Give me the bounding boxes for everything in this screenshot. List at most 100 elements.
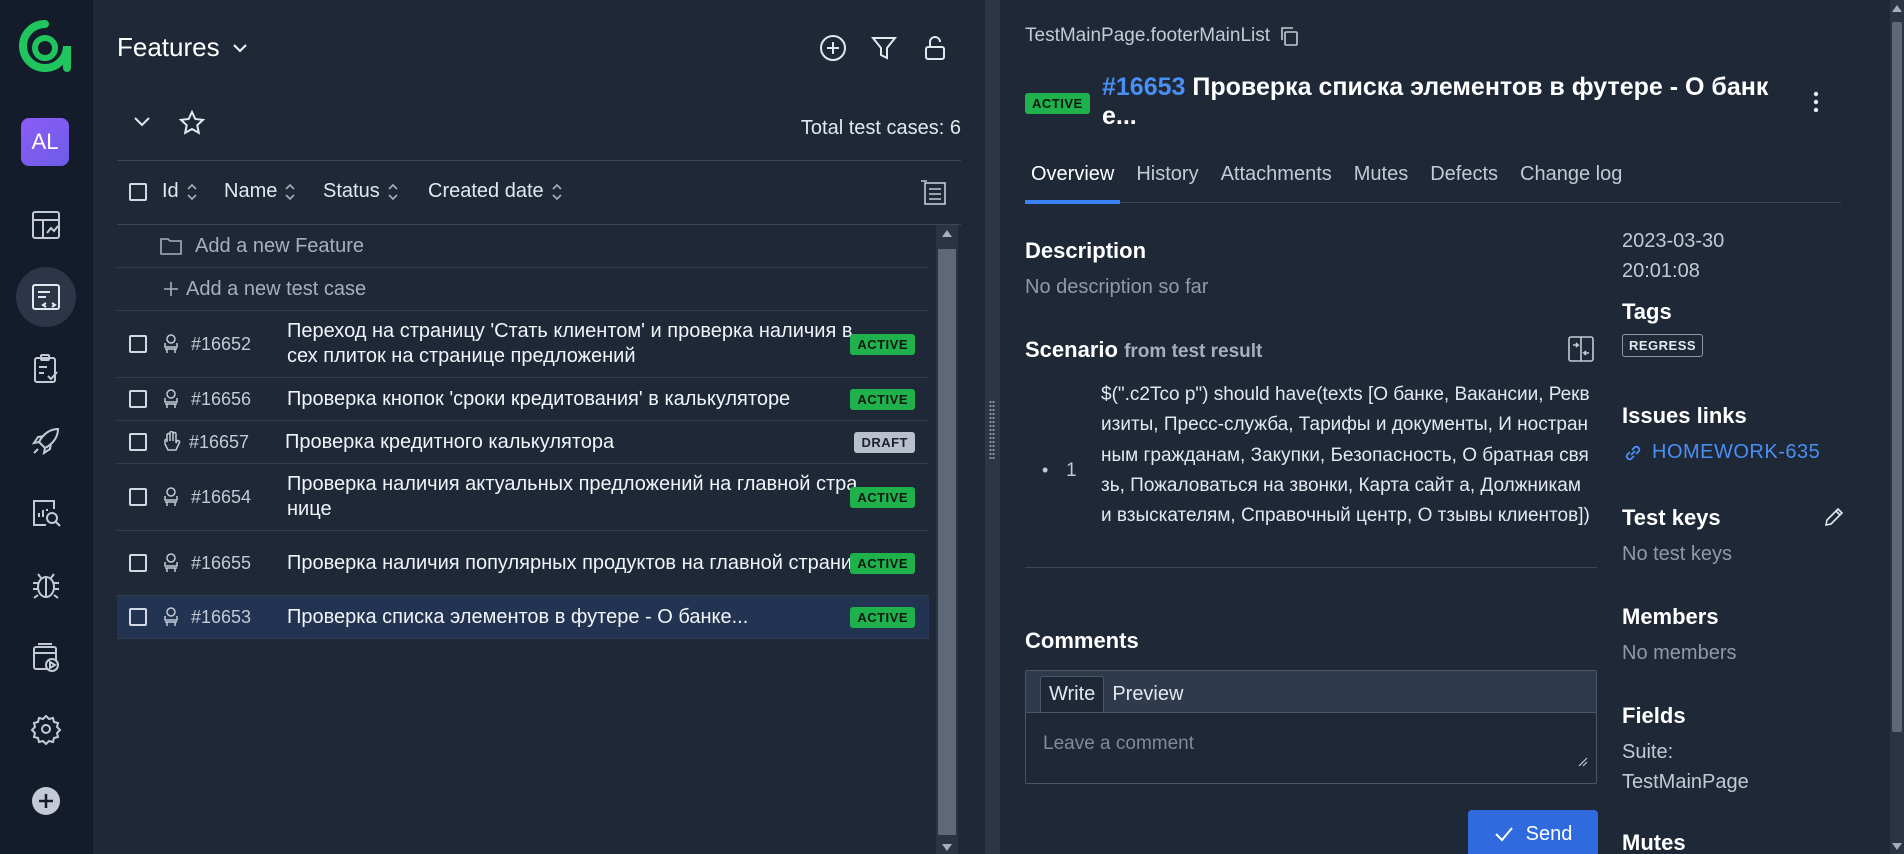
collapse-chevron-icon[interactable] xyxy=(131,110,153,132)
created-date: 2023-03-30 xyxy=(1622,230,1725,252)
column-settings-icon[interactable] xyxy=(919,178,949,208)
tag-badge[interactable]: REGRESS xyxy=(1622,334,1704,357)
table-row[interactable]: #16655 Проверка наличия популярных проду… xyxy=(117,531,929,596)
chevron-down-icon xyxy=(230,38,250,58)
more-menu-icon[interactable] xyxy=(1812,90,1820,114)
description-text: No description so far xyxy=(1025,276,1209,298)
members-text: No members xyxy=(1622,642,1737,664)
scenario-toggle-icon[interactable] xyxy=(1567,335,1595,363)
divider xyxy=(117,160,961,161)
folder-icon xyxy=(159,236,183,256)
status-badge: ACTIVE xyxy=(850,333,915,355)
mutes-heading: Mutes xyxy=(1622,830,1686,854)
add-test-case-row[interactable]: Add a new test case xyxy=(117,268,929,311)
row-checkbox[interactable] xyxy=(129,433,147,451)
defects-icon[interactable] xyxy=(16,555,76,615)
tab-overview[interactable]: Overview xyxy=(1025,163,1121,204)
row-checkbox[interactable] xyxy=(129,335,147,353)
issue-link[interactable]: HOMEWORK-635 xyxy=(1622,441,1820,464)
test-plans-icon[interactable] xyxy=(16,339,76,399)
dashboard-icon[interactable] xyxy=(16,195,76,255)
table-row[interactable]: #16652 Переход на страницу 'Стать клиент… xyxy=(117,311,929,378)
tab-write[interactable]: Write xyxy=(1040,676,1105,712)
unlock-icon[interactable] xyxy=(919,32,951,64)
check-icon xyxy=(1494,826,1514,842)
select-all-checkbox[interactable] xyxy=(129,183,147,201)
table-row[interactable]: #16653 Проверка списка элементов в футер… xyxy=(117,596,929,639)
issues-heading: Issues links xyxy=(1622,403,1747,428)
detail-scrollbar[interactable] xyxy=(1866,0,1904,854)
automated-icon xyxy=(161,552,181,574)
total-test-cases: Total test cases: 6 xyxy=(800,117,961,139)
row-checkbox[interactable] xyxy=(129,554,147,572)
column-name[interactable]: Name xyxy=(224,180,297,203)
tags-heading: Tags xyxy=(1622,299,1672,324)
status-badge: ACTIVE xyxy=(1025,93,1090,114)
left-nav: AL xyxy=(0,0,93,854)
manual-hand-icon xyxy=(161,431,181,453)
status-badge: ACTIVE xyxy=(850,606,915,628)
tab-defects[interactable]: Defects xyxy=(1424,163,1504,203)
description-heading: Description xyxy=(1025,238,1147,263)
resize-handle[interactable] xyxy=(985,0,1000,854)
comment-input[interactable]: Leave a comment xyxy=(1043,733,1194,755)
test-cases-icon[interactable] xyxy=(16,267,76,327)
test-keys-heading: Test keys xyxy=(1622,505,1721,530)
send-button[interactable]: Send xyxy=(1468,810,1598,854)
scroll-up-icon[interactable] xyxy=(1892,5,1902,12)
row-checkbox[interactable] xyxy=(129,608,147,626)
members-heading: Members xyxy=(1622,604,1719,629)
copy-icon[interactable] xyxy=(1278,25,1300,47)
suite-label: Suite: xyxy=(1622,741,1674,763)
tab-preview[interactable]: Preview xyxy=(1104,677,1191,712)
filter-icon[interactable] xyxy=(868,32,900,64)
comment-editor: Write Preview Leave a comment xyxy=(1025,670,1597,784)
add-feature-row[interactable]: Add a new Feature xyxy=(117,225,929,268)
link-icon xyxy=(1622,442,1644,464)
scroll-thumb[interactable] xyxy=(1892,22,1902,732)
scroll-up-icon[interactable] xyxy=(942,230,952,237)
scenario-heading: Scenario from test result xyxy=(1025,337,1263,362)
automated-icon xyxy=(161,388,181,410)
tab-change-log[interactable]: Change log xyxy=(1514,163,1628,203)
table-row[interactable]: #16657 Проверка кредитного калькулятора … xyxy=(117,421,929,464)
tab-mutes[interactable]: Mutes xyxy=(1348,163,1414,203)
analytics-icon[interactable] xyxy=(16,483,76,543)
column-status[interactable]: Status xyxy=(323,180,400,203)
column-created-date[interactable]: Created date xyxy=(428,180,564,203)
resize-grip-icon[interactable] xyxy=(1578,757,1588,767)
column-id[interactable]: Id xyxy=(162,180,199,203)
edit-pencil-icon[interactable] xyxy=(1822,505,1846,529)
app-root: AL Features Total test cases: 6 Id Name … xyxy=(0,0,1904,854)
step-text: $(".c2Tco p") should have(texts [О банке… xyxy=(1101,384,1590,527)
sort-icon xyxy=(550,181,564,203)
scroll-down-icon[interactable] xyxy=(1892,843,1902,850)
launches-icon[interactable] xyxy=(16,411,76,471)
sort-icon xyxy=(185,181,199,203)
settings-icon[interactable] xyxy=(16,699,76,759)
sort-icon xyxy=(386,181,400,203)
table-row[interactable]: #16654 Проверка наличия актуальных предл… xyxy=(117,464,929,531)
avatar[interactable]: AL xyxy=(21,118,69,166)
allure-logo-icon[interactable] xyxy=(19,20,71,72)
tree-selector[interactable]: Features xyxy=(117,32,250,63)
drag-dots-icon xyxy=(989,400,995,460)
detail-tabs: Overview History Attachments Mutes Defec… xyxy=(1025,163,1841,204)
jobs-icon[interactable] xyxy=(16,627,76,687)
tab-attachments[interactable]: Attachments xyxy=(1215,163,1338,203)
created-time: 20:01:08 xyxy=(1622,260,1700,282)
suite-value: TestMainPage xyxy=(1622,771,1749,793)
row-checkbox[interactable] xyxy=(129,390,147,408)
table-row[interactable]: #16656 Проверка кнопок 'сроки кредитован… xyxy=(117,378,929,421)
tab-history[interactable]: History xyxy=(1130,163,1204,203)
pane-title: Features xyxy=(117,32,220,62)
add-circle-icon[interactable] xyxy=(817,32,849,64)
status-badge: ACTIVE xyxy=(850,388,915,410)
sort-icon xyxy=(283,181,297,203)
star-icon[interactable] xyxy=(178,109,206,137)
scroll-down-icon[interactable] xyxy=(942,844,952,851)
list-scrollbar[interactable] xyxy=(936,225,958,854)
add-project-icon[interactable] xyxy=(16,771,76,831)
row-checkbox[interactable] xyxy=(129,488,147,506)
scroll-thumb[interactable] xyxy=(938,249,956,835)
